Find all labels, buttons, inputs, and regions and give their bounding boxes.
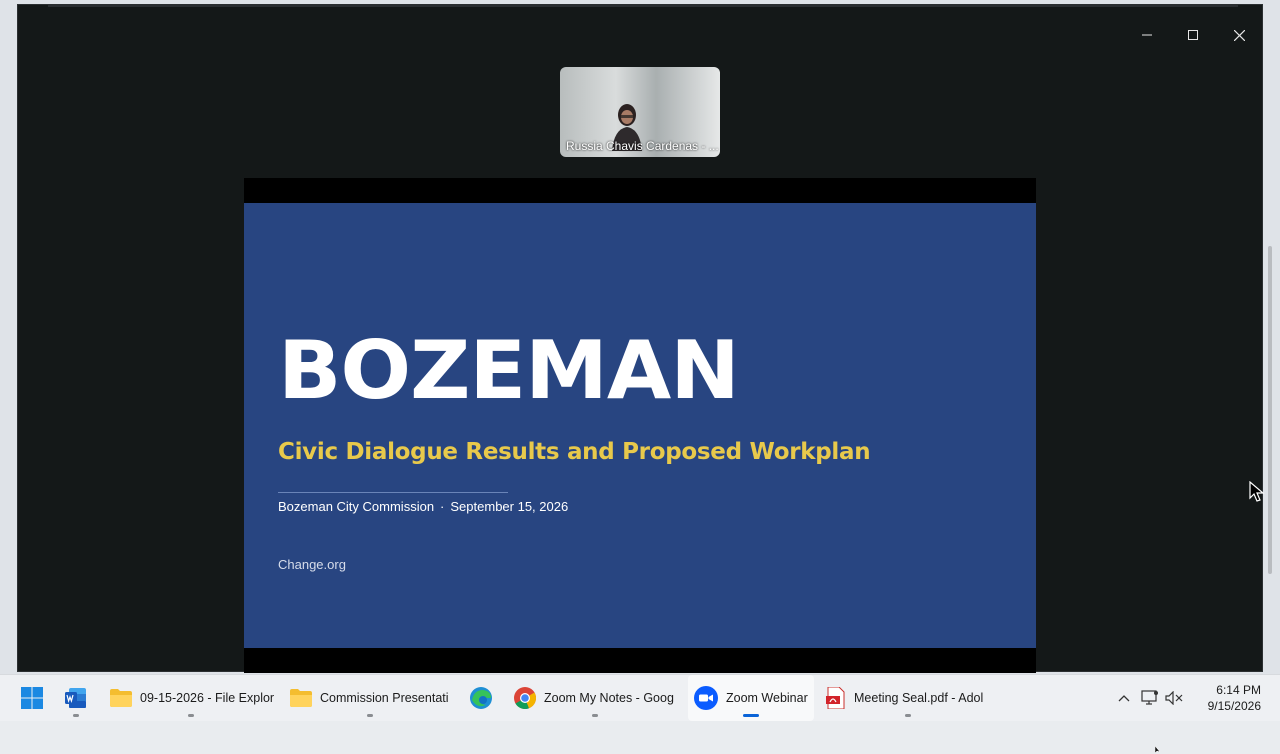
close-button[interactable] (1216, 19, 1262, 51)
slide-separator: · (440, 499, 445, 514)
taskbar-pdf-viewer[interactable]: Meeting Seal.pdf - Adol (822, 675, 994, 721)
volume-button[interactable] (1164, 691, 1184, 705)
zoom-icon (694, 686, 718, 710)
taskbar-file-explorer-1[interactable]: 09-15-2026 - File Explor (104, 675, 278, 721)
maximize-icon (1188, 30, 1198, 40)
taskbar-edge[interactable] (462, 675, 500, 721)
system-tray (1112, 675, 1184, 721)
clock-time: 6:14 PM (1216, 683, 1261, 697)
chevron-up-icon (1118, 695, 1130, 702)
participant-video-thumbnail[interactable]: Russia Chavis Cardenas - ... (560, 67, 720, 157)
folder-icon (110, 689, 132, 707)
clock[interactable]: 6:14 PM 9/15/2026 (1208, 682, 1261, 714)
chrome-icon (514, 687, 536, 709)
show-hidden-icons-button[interactable] (1112, 694, 1136, 702)
clock-date: 9/15/2026 (1207, 699, 1261, 713)
running-indicator (73, 714, 79, 717)
slide-title: BOZEMAN (278, 324, 740, 417)
running-indicator (592, 714, 598, 717)
mouse-cursor-icon (1249, 481, 1265, 502)
presenter-cursor-icon (1155, 746, 1161, 754)
zoom-webinar-window: Russia Chavis Cardenas - ... BOZEMAN Civ… (17, 4, 1263, 754)
window-top-edge (48, 5, 1238, 7)
taskbar-label: 09-15-2026 - File Explor (140, 691, 275, 705)
taskbar-file-explorer-2[interactable]: Commission Presentatio (284, 675, 456, 721)
slide-organization: Bozeman City Commission (278, 499, 435, 514)
slide-divider (278, 492, 508, 493)
screen-share-area: BOZEMAN Civic Dialogue Results and Propo… (244, 178, 1161, 754)
taskbar: 09-15-2026 - File Explor Commission Pres… (0, 674, 1280, 721)
slide-meta: Bozeman City Commission · September 15, 20… (278, 499, 568, 514)
edge-icon (470, 687, 492, 709)
windows-start-icon (21, 687, 43, 709)
presentation-slide: BOZEMAN Civic Dialogue Results and Propo… (244, 203, 1036, 648)
close-icon (1233, 29, 1245, 41)
taskbar-zoom-webinar[interactable]: Zoom Webinar (688, 675, 814, 721)
minimize-icon (1142, 34, 1152, 36)
maximize-button[interactable] (1170, 19, 1216, 51)
folder-icon (290, 689, 312, 707)
network-icon (1141, 690, 1158, 705)
taskbar-label: Meeting Seal.pdf - Adol (854, 691, 984, 705)
taskbar-label: Commission Presentatio (320, 691, 448, 705)
minimize-button[interactable] (1124, 19, 1170, 51)
word-icon (65, 688, 86, 708)
slide-brand: Change.org (278, 557, 346, 572)
slide-date: September 15, 2026 (450, 499, 569, 514)
vertical-scrollbar[interactable] (1268, 246, 1272, 574)
network-button[interactable] (1136, 690, 1164, 706)
start-button[interactable] (10, 675, 54, 721)
volume-muted-icon (1165, 691, 1183, 705)
window-controls (1124, 19, 1262, 51)
slide-subtitle: Civic Dialogue Results and Proposed Work… (278, 439, 871, 465)
pdf-icon (826, 687, 845, 709)
taskbar-chrome[interactable]: Zoom My Notes - Goog (508, 675, 682, 721)
taskbar-label: Zoom Webinar (726, 691, 808, 705)
running-indicator (367, 714, 373, 717)
running-indicator (188, 714, 194, 717)
taskbar-word[interactable] (56, 675, 96, 721)
running-indicator (905, 714, 911, 717)
taskbar-label: Zoom My Notes - Goog (544, 691, 674, 705)
participant-name: Russia Chavis Cardenas - ... (566, 139, 719, 153)
desktop: Russia Chavis Cardenas - ... BOZEMAN Civ… (0, 0, 1280, 754)
active-indicator (743, 714, 759, 717)
